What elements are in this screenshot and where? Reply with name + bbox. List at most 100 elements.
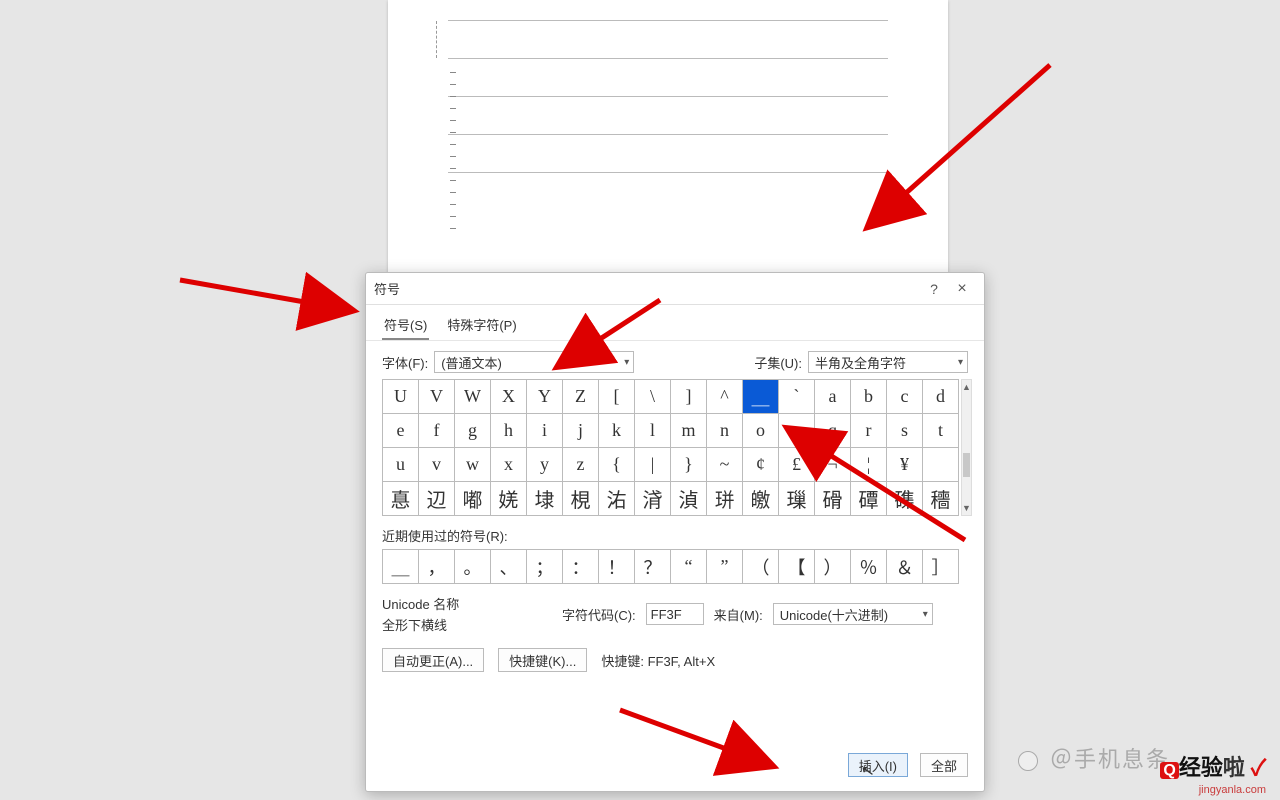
char-cell[interactable]: \ [635,380,671,414]
char-cell[interactable]: y [527,448,563,482]
close-button[interactable]: × [948,280,976,298]
char-cell[interactable]: X [491,380,527,414]
recent-char-cell[interactable]: ％ [851,550,887,584]
char-cell[interactable]: f [419,414,455,448]
char-cell[interactable]: w [455,448,491,482]
char-cell[interactable]: ¦ [851,448,887,482]
char-cell[interactable]: ¥ [887,448,923,482]
cancel-button[interactable]: 全部 [920,753,968,777]
recent-char-cell[interactable]: （ [743,550,779,584]
scroll-up-icon[interactable]: ▲ [962,380,971,394]
recent-char-cell[interactable]: ， [419,550,455,584]
char-cell[interactable]: q [815,414,851,448]
char-cell[interactable]: p [779,414,815,448]
subset-select[interactable]: 半角及全角字符 ▾ [808,351,968,373]
char-cell[interactable]: £ [779,448,815,482]
char-cell[interactable]: Z [563,380,599,414]
char-cell[interactable]: v [419,448,455,482]
recent-char-cell[interactable]: “ [671,550,707,584]
char-cell[interactable]: s [887,414,923,448]
char-cell[interactable]: 辺 [419,482,455,516]
tab-symbols[interactable]: 符号(S) [382,311,429,340]
char-cell[interactable]: z [563,448,599,482]
char-cell[interactable]: 嘟 [455,482,491,516]
char-cell[interactable]: 㻂 [707,482,743,516]
scroll-down-icon[interactable]: ▼ [962,501,971,515]
char-cell[interactable]: ~ [707,448,743,482]
recent-char-cell[interactable]: 【 [779,550,815,584]
insert-button[interactable]: 插入(I) [848,753,908,777]
from-value: Unicode(十六进制) [780,605,888,624]
chevron-down-icon: ▾ [923,609,928,620]
char-cell[interactable]: d [923,380,959,414]
char-cell[interactable]: i [527,414,563,448]
recent-char-cell[interactable]: ＿ [383,550,419,584]
char-cell[interactable]: 㳓 [599,482,635,516]
char-cell[interactable]: k [599,414,635,448]
recent-char-cell[interactable]: ； [527,550,563,584]
char-cell[interactable]: a [815,380,851,414]
char-cell[interactable]: | [635,448,671,482]
char-cell[interactable]: } [671,448,707,482]
autocorrect-button[interactable]: 自动更正(A)... [382,648,484,672]
char-cell[interactable]: V [419,380,455,414]
char-cell[interactable]: 梘 [563,482,599,516]
char-cell[interactable]: l [635,414,671,448]
char-code-input[interactable]: FF3F [646,603,704,625]
char-cell[interactable]: [ [599,380,635,414]
recent-char-cell[interactable]: ” [707,550,743,584]
char-cell[interactable]: { [599,448,635,482]
char-cell[interactable] [923,448,959,482]
recent-char-cell[interactable]: 、 [491,550,527,584]
char-cell[interactable]: ¢ [743,448,779,482]
char-cell[interactable]: b [851,380,887,414]
char-cell[interactable]: o [743,414,779,448]
recent-char-cell[interactable]: ］ [923,550,959,584]
char-code-label: 字符代码(C): [562,605,636,624]
char-cell[interactable]: W [455,380,491,414]
char-cell[interactable]: ] [671,380,707,414]
char-cell[interactable]: h [491,414,527,448]
char-cell[interactable]: 穯 [923,482,959,516]
char-cell[interactable]: U [383,380,419,414]
scroll-thumb[interactable] [963,453,970,477]
char-cell[interactable]: e [383,414,419,448]
char-cell[interactable]: 埭 [527,482,563,516]
char-cell[interactable]: u [383,448,419,482]
char-cell[interactable]: 磆 [815,482,851,516]
scroll-track[interactable] [962,394,971,501]
char-cell[interactable]: 㛨 [491,482,527,516]
char-cell[interactable]: ^ [707,380,743,414]
from-select[interactable]: Unicode(十六进制) ▾ [773,603,933,625]
char-cell[interactable]: ` [779,380,815,414]
recent-char-cell[interactable]: 。 [455,550,491,584]
char-cell[interactable]: 浳 [635,482,671,516]
char-cell[interactable]: j [563,414,599,448]
char-cell[interactable]: Y [527,380,563,414]
char-cell[interactable]: x [491,448,527,482]
char-cell[interactable]: 磼 [887,482,923,516]
tab-special-chars[interactable]: 特殊字符(P) [445,311,518,340]
font-select[interactable]: (普通文本) ▾ [434,351,634,373]
char-cell[interactable]: c [887,380,923,414]
char-cell[interactable]: 璅 [779,482,815,516]
char-cell[interactable]: g [455,414,491,448]
char-cell[interactable]: t [923,414,959,448]
recent-char-cell[interactable]: ？ [635,550,671,584]
char-cell[interactable]: ¬ [815,448,851,482]
help-button[interactable]: ? [920,281,948,297]
char-cell[interactable]: ＿ [743,380,779,414]
char-cell[interactable]: r [851,414,887,448]
recent-char-cell[interactable]: ＆ [887,550,923,584]
grid-scrollbar[interactable]: ▲ ▼ [961,379,972,516]
char-cell[interactable]: m [671,414,707,448]
recent-char-cell[interactable]: ！ [599,550,635,584]
recent-char-cell[interactable]: ） [815,550,851,584]
shortcut-key-button[interactable]: 快捷键(K)... [498,648,587,672]
char-cell[interactable]: 磹 [851,482,887,516]
char-cell[interactable]: 惪 [383,482,419,516]
recent-char-cell[interactable]: ： [563,550,599,584]
char-cell[interactable]: 皦 [743,482,779,516]
char-cell[interactable]: n [707,414,743,448]
char-cell[interactable]: 湞 [671,482,707,516]
